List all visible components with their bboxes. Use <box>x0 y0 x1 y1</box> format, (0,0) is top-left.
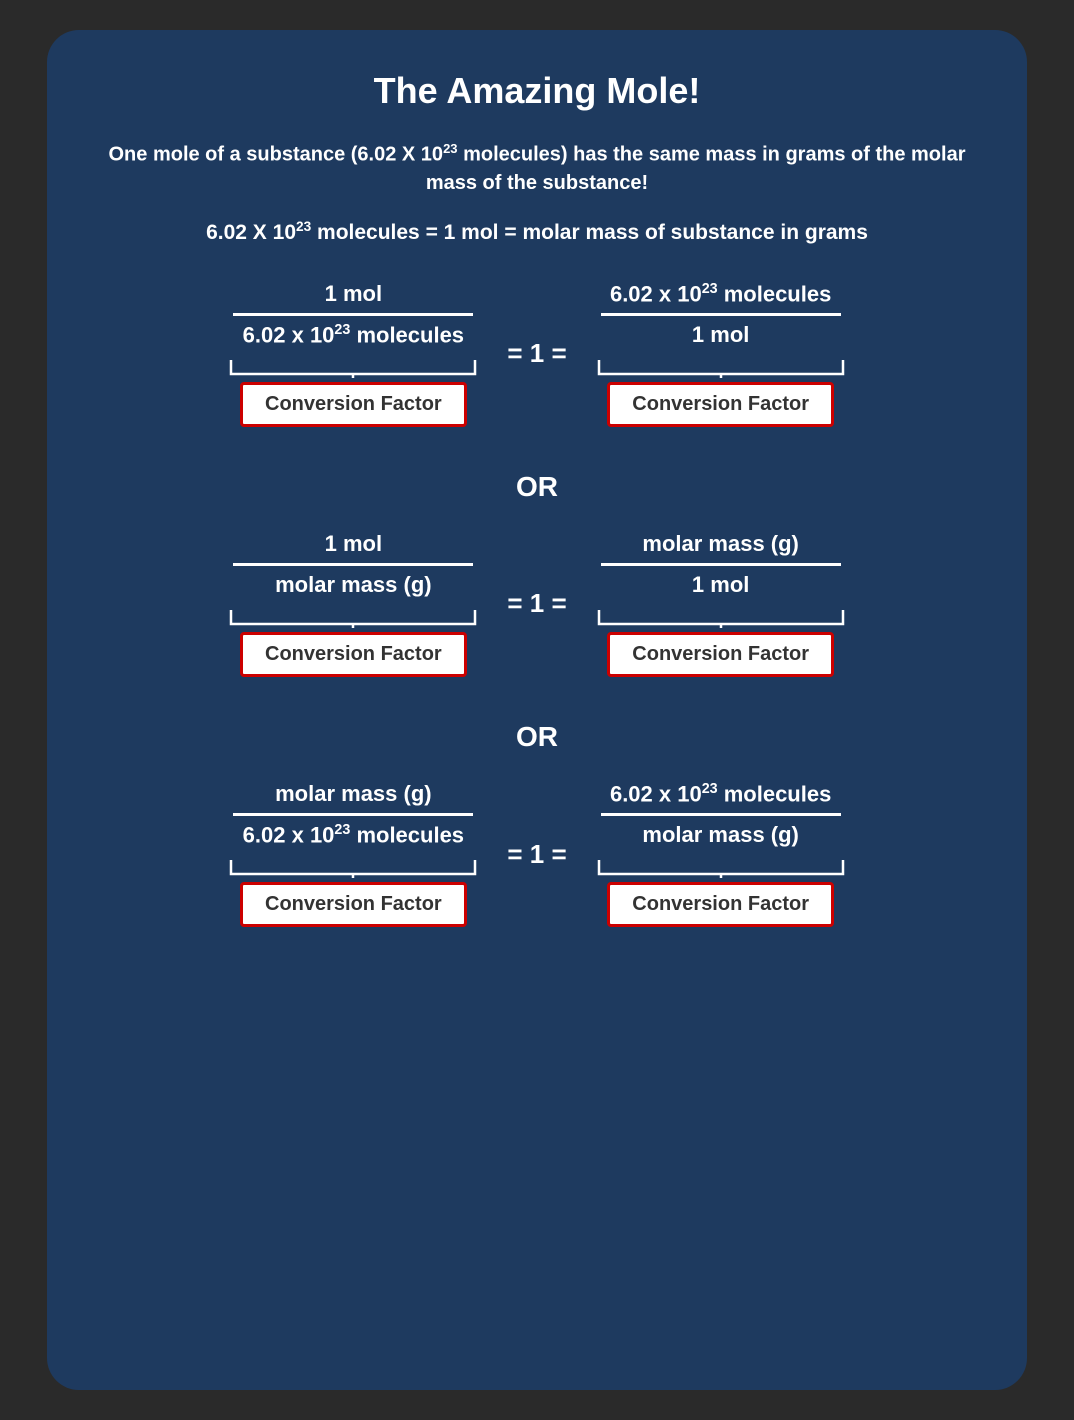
section-2: 1 mol molar mass (g) Conversion Factor =… <box>107 531 967 697</box>
bracket-label: Conversion Factor <box>591 356 851 427</box>
bracket-svg <box>223 356 483 378</box>
bracket-svg <box>591 356 851 378</box>
fraction-group-2: 1 mol molar mass (g) Conversion Factor =… <box>107 531 967 677</box>
conversion-factor-box: Conversion Factor <box>607 382 834 427</box>
denominator: 1 mol <box>692 322 749 348</box>
fraction-display: 1 mol 6.02 x 1023 molecules <box>233 281 473 348</box>
fraction-line <box>233 313 473 316</box>
bracket-label: Conversion Factor <box>591 856 851 927</box>
fraction-display: 6.02 x 1023 molecules molar mass (g) <box>601 781 841 848</box>
fraction-group-3: molar mass (g) 6.02 x 1023 molecules Con… <box>107 781 967 927</box>
denominator: 6.02 x 1023 molecules <box>243 322 464 348</box>
left-fraction-2: 1 mol molar mass (g) Conversion Factor <box>223 531 483 677</box>
numerator: 6.02 x 1023 molecules <box>610 281 831 313</box>
right-fraction-2: molar mass (g) 1 mol Conversion Factor <box>591 531 851 677</box>
or-divider-1: OR <box>516 471 558 503</box>
equals-2: = 1 = <box>507 588 566 619</box>
fraction-line <box>233 813 473 816</box>
denominator: 6.02 x 1023 molecules <box>243 822 464 848</box>
section-3: molar mass (g) 6.02 x 1023 molecules Con… <box>107 781 967 947</box>
right-fraction-3: 6.02 x 1023 molecules molar mass (g) Con… <box>591 781 851 927</box>
fraction-line <box>601 313 841 316</box>
denominator: molar mass (g) <box>642 822 799 848</box>
bracket-svg <box>591 856 851 878</box>
left-fraction-1: 1 mol 6.02 x 1023 molecules Conversion F… <box>223 281 483 427</box>
numerator: 1 mol <box>325 531 382 563</box>
left-fraction-3: molar mass (g) 6.02 x 1023 molecules Con… <box>223 781 483 927</box>
denominator: molar mass (g) <box>275 572 432 598</box>
bracket-svg <box>223 856 483 878</box>
fraction-group-1: 1 mol 6.02 x 1023 molecules Conversion F… <box>107 281 967 427</box>
or-divider-2: OR <box>516 721 558 753</box>
numerator: 6.02 x 1023 molecules <box>610 781 831 813</box>
section-1: 1 mol 6.02 x 1023 molecules Conversion F… <box>107 281 967 447</box>
bracket-label: Conversion Factor <box>223 606 483 677</box>
fraction-line <box>601 813 841 816</box>
numerator: molar mass (g) <box>275 781 432 813</box>
fraction-display: 1 mol molar mass (g) <box>233 531 473 598</box>
fraction-display: molar mass (g) 6.02 x 1023 molecules <box>233 781 473 848</box>
conversion-factor-box: Conversion Factor <box>240 882 467 927</box>
fraction-display: 6.02 x 1023 molecules 1 mol <box>601 281 841 348</box>
equals-1: = 1 = <box>507 338 566 369</box>
page-title: The Amazing Mole! <box>374 70 701 112</box>
subtitle-text: One mole of a substance (6.02 X 1023 mol… <box>107 140 967 197</box>
bracket-svg <box>223 606 483 628</box>
conversion-factor-box: Conversion Factor <box>240 632 467 677</box>
fraction-line <box>601 563 841 566</box>
equation-line: 6.02 X 1023 molecules = 1 mol = molar ma… <box>206 219 868 245</box>
bracket-label: Conversion Factor <box>591 606 851 677</box>
right-fraction-1: 6.02 x 1023 molecules 1 mol Conversion F… <box>591 281 851 427</box>
main-card: The Amazing Mole! One mole of a substanc… <box>47 30 1027 1390</box>
fraction-display: molar mass (g) 1 mol <box>601 531 841 598</box>
equals-3: = 1 = <box>507 839 566 870</box>
bracket-label: Conversion Factor <box>223 856 483 927</box>
denominator: 1 mol <box>692 572 749 598</box>
numerator: 1 mol <box>325 281 382 313</box>
conversion-factor-box: Conversion Factor <box>607 882 834 927</box>
bracket-svg <box>591 606 851 628</box>
bracket-label: Conversion Factor <box>223 356 483 427</box>
conversion-factor-box: Conversion Factor <box>240 382 467 427</box>
fraction-line <box>233 563 473 566</box>
conversion-factor-box: Conversion Factor <box>607 632 834 677</box>
numerator: molar mass (g) <box>642 531 799 563</box>
